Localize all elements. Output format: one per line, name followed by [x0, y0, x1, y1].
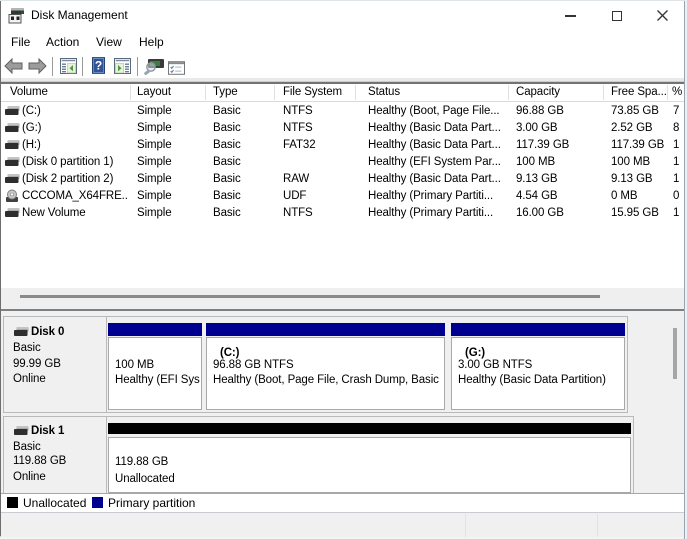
svg-text:?: ? [94, 59, 101, 73]
